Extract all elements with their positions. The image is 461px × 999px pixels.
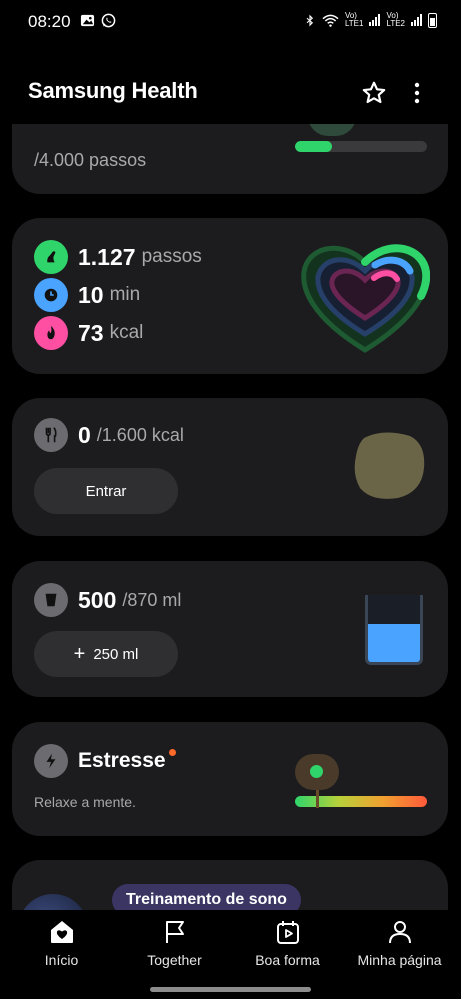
minutes-unit: min bbox=[109, 284, 141, 305]
kcal-value: 73 bbox=[78, 319, 104, 346]
nav-my-page[interactable]: Minha página bbox=[342, 918, 457, 968]
flame-icon bbox=[34, 316, 68, 350]
stress-subtitle: Relaxe a mente. bbox=[34, 794, 136, 810]
activity-heart-rings bbox=[301, 244, 430, 353]
signal-icon bbox=[369, 14, 381, 26]
more-options-button[interactable] bbox=[402, 78, 432, 108]
cup-icon bbox=[34, 583, 68, 617]
water-glass-illustration bbox=[365, 595, 423, 665]
nav-fitness[interactable]: Boa forma bbox=[230, 918, 345, 968]
nav-together-label: Together bbox=[147, 952, 202, 968]
nav-my-page-label: Minha página bbox=[357, 952, 442, 968]
water-value: 500 bbox=[78, 586, 117, 613]
steps-illustration bbox=[308, 124, 356, 136]
home-heart-icon bbox=[50, 921, 73, 943]
stress-indicator-dot bbox=[310, 765, 324, 778]
nav-home-label: Início bbox=[44, 952, 79, 968]
steps-card[interactable]: /4.000 passos bbox=[12, 124, 448, 194]
app-header: Samsung Health bbox=[0, 60, 461, 124]
lightning-icon bbox=[34, 744, 68, 778]
sleep-training-label: Treinamento de sono bbox=[126, 891, 287, 908]
food-plate-illustration bbox=[354, 432, 425, 499]
sim1-lte-label: Vo) LTE1 bbox=[344, 11, 364, 28]
more-vertical-icon bbox=[414, 82, 420, 104]
wifi-icon bbox=[322, 14, 339, 27]
stress-indicator-bubble bbox=[295, 754, 340, 790]
food-value: 0 bbox=[78, 421, 91, 448]
add-water-button[interactable]: + 250 ml bbox=[34, 631, 178, 677]
add-water-label: 250 ml bbox=[93, 645, 139, 663]
steps-progress-fill bbox=[295, 141, 332, 152]
favorites-button[interactable] bbox=[359, 78, 389, 108]
stress-gradient-bar bbox=[295, 796, 427, 807]
flag-icon bbox=[165, 921, 184, 943]
status-bar: 08:20 Vo) LTE1 Vo) LTE2 bbox=[0, 0, 461, 44]
steps-progress-bar bbox=[295, 141, 427, 152]
bluetooth-icon bbox=[306, 14, 314, 26]
whatsapp-icon bbox=[101, 13, 116, 28]
food-goal: /1.600 kcal bbox=[96, 424, 184, 445]
food-card[interactable]: 0 /1.600 kcal Entrar bbox=[12, 398, 448, 536]
water-card[interactable]: 500 /870 ml + 250 ml bbox=[12, 561, 448, 697]
clock-icon bbox=[34, 278, 68, 312]
sleep-training-badge: Treinamento de sono bbox=[112, 884, 301, 910]
new-badge-dot bbox=[168, 748, 176, 756]
calendar-play-icon bbox=[276, 921, 299, 944]
steps-goal: /4.000 passos bbox=[34, 150, 147, 170]
gallery-icon bbox=[80, 14, 95, 27]
nav-together[interactable]: Together bbox=[117, 918, 232, 968]
battery-icon bbox=[428, 12, 437, 28]
sim2-lte-label: Vo) LTE2 bbox=[386, 11, 405, 28]
activity-card[interactable]: 1.127 passos 10 min 73 kcal bbox=[12, 218, 448, 374]
stress-marker bbox=[316, 790, 320, 808]
steps-value: 1.127 bbox=[78, 243, 136, 270]
app-title: Samsung Health bbox=[28, 78, 198, 103]
dashboard-scroll[interactable]: /4.000 passos 1.127 passos 10 min 73 kca… bbox=[0, 124, 461, 910]
water-level-fill bbox=[368, 623, 420, 662]
status-time: 08:20 bbox=[28, 12, 71, 31]
steps-unit: passos bbox=[141, 246, 202, 267]
stress-title: Estresse bbox=[78, 749, 166, 772]
signal-icon bbox=[411, 14, 422, 26]
app-screen: 08:20 Vo) LTE1 Vo) LTE2 Samsung Health /… bbox=[0, 0, 461, 999]
nav-fitness-label: Boa forma bbox=[255, 952, 320, 968]
stress-card[interactable]: Estresse Relaxe a mente. bbox=[12, 722, 448, 836]
minutes-value: 10 bbox=[78, 281, 104, 308]
star-icon bbox=[362, 81, 386, 104]
sleep-illustration bbox=[18, 894, 88, 910]
plus-icon: + bbox=[73, 642, 86, 665]
home-indicator[interactable] bbox=[150, 987, 311, 992]
food-enter-button[interactable]: Entrar bbox=[34, 468, 178, 514]
sleep-card[interactable]: Treinamento de sono bbox=[12, 860, 448, 910]
nav-home[interactable]: Início bbox=[4, 918, 119, 968]
person-icon bbox=[388, 921, 411, 944]
steps-icon bbox=[34, 240, 68, 274]
kcal-unit: kcal bbox=[109, 322, 144, 343]
water-goal: /870 ml bbox=[122, 589, 182, 610]
bottom-navigation: Início Together Boa forma Minha página bbox=[0, 910, 461, 999]
fork-knife-icon bbox=[34, 418, 68, 452]
